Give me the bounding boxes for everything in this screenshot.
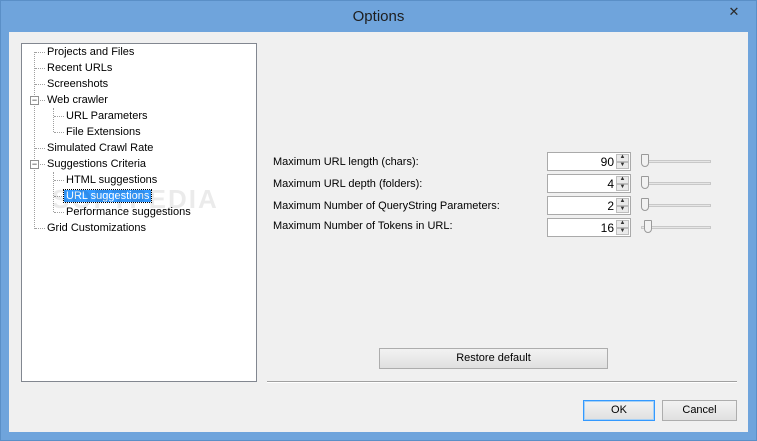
tree-item-url-parameters[interactable]: URL Parameters — [64, 108, 150, 124]
spin-up-icon[interactable]: ▲ — [616, 154, 629, 162]
cancel-button[interactable]: Cancel — [662, 400, 737, 421]
max-url-length-label: Maximum URL length (chars): — [273, 156, 419, 168]
window-frame-right — [748, 32, 756, 440]
max-url-length-slider[interactable] — [639, 152, 711, 170]
panel-separator — [267, 381, 737, 383]
tree-line — [53, 172, 54, 212]
tree-item-web-crawler[interactable]: Web crawler — [45, 92, 110, 108]
spin-up-icon[interactable]: ▲ — [616, 198, 629, 206]
max-tokens-label: Maximum Number of Tokens in URL: — [273, 220, 453, 232]
tree-item-grid-customizations[interactable]: Grid Customizations — [45, 220, 148, 236]
restore-default-button[interactable]: Restore default — [379, 348, 608, 369]
slider-thumb[interactable] — [641, 198, 649, 211]
tree-item-suggestions-criteria[interactable]: Suggestions Criteria — [45, 156, 148, 172]
window-title: Options — [352, 8, 405, 25]
max-tokens-slider[interactable] — [639, 218, 711, 236]
slider-thumb[interactable] — [641, 176, 649, 189]
tree-item-html-suggestions[interactable]: HTML suggestions — [64, 172, 159, 188]
tree-item-file-extensions[interactable]: File Extensions — [64, 124, 143, 140]
max-querystring-params-spinner[interactable]: 2 ▲ ▼ — [547, 196, 631, 215]
close-icon: ✕ — [728, 4, 740, 19]
tree-item-simulated-crawl-rate[interactable]: Simulated Crawl Rate — [45, 140, 155, 156]
options-tree[interactable]: Projects and Files Recent URLs Screensho… — [21, 43, 257, 382]
tree-item-performance-suggestions[interactable]: Performance suggestions — [64, 204, 193, 220]
options-window: Options ✕ Projects and Files Recent URLs — [0, 0, 757, 441]
max-url-depth-label: Maximum URL depth (folders): — [273, 178, 423, 190]
window-frame-bottom — [1, 432, 756, 440]
tree-item-recent-urls[interactable]: Recent URLs — [45, 60, 114, 76]
tree-collapse-icon[interactable]: − — [30, 96, 39, 105]
dialog-content: Projects and Files Recent URLs Screensho… — [9, 32, 748, 432]
tree-line — [53, 108, 54, 132]
tree-collapse-icon[interactable]: − — [30, 160, 39, 169]
spin-down-icon[interactable]: ▼ — [616, 161, 629, 169]
tree-item-projects-and-files[interactable]: Projects and Files — [45, 44, 136, 60]
spin-up-icon[interactable]: ▲ — [616, 220, 629, 228]
spin-down-icon[interactable]: ▼ — [616, 205, 629, 213]
max-querystring-params-slider[interactable] — [639, 196, 711, 214]
spinner-value: 16 — [600, 221, 614, 235]
slider-thumb[interactable] — [644, 220, 653, 233]
spinner-value: 90 — [600, 155, 614, 169]
spin-down-icon[interactable]: ▼ — [616, 227, 629, 235]
tree-item-screenshots[interactable]: Screenshots — [45, 76, 110, 92]
max-querystring-params-label: Maximum Number of QueryString Parameters… — [273, 200, 500, 212]
tree-item-url-suggestions[interactable]: URL suggestions — [62, 188, 153, 204]
close-button[interactable]: ✕ — [717, 2, 751, 22]
ok-button[interactable]: OK — [583, 400, 655, 421]
max-url-depth-spinner[interactable]: 4 ▲ ▼ — [547, 174, 631, 193]
tree-line — [34, 52, 35, 229]
max-url-length-spinner[interactable]: 90 ▲ ▼ — [547, 152, 631, 171]
spinner-value: 2 — [607, 199, 614, 213]
max-tokens-spinner[interactable]: 16 ▲ ▼ — [547, 218, 631, 237]
spin-up-icon[interactable]: ▲ — [616, 176, 629, 184]
spinner-value: 4 — [607, 177, 614, 191]
window-frame-left — [1, 32, 9, 440]
spin-down-icon[interactable]: ▼ — [616, 183, 629, 191]
max-url-depth-slider[interactable] — [639, 174, 711, 192]
slider-thumb[interactable] — [641, 154, 649, 167]
title-bar[interactable]: Options ✕ — [1, 1, 756, 32]
